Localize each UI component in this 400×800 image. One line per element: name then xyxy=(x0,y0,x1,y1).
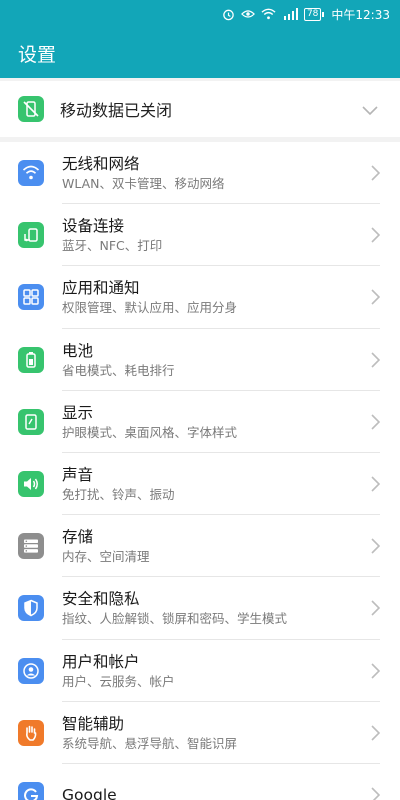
settings-item-subtitle: WLAN、双卡管理、移动网络 xyxy=(62,176,225,192)
user-icon xyxy=(18,657,44,684)
hand-icon xyxy=(18,719,44,746)
settings-item-title: 显示 xyxy=(62,403,94,422)
chevron-right-icon xyxy=(371,476,381,496)
settings-item-title: 电池 xyxy=(62,341,94,360)
battery-status: 78 xyxy=(303,7,325,21)
settings-item-users[interactable]: 用户和帐户 用户、云服务、帐户 xyxy=(0,640,400,702)
mobile-data-off-icon xyxy=(18,96,44,122)
battery-icon xyxy=(18,346,44,373)
settings-list: 无线和网络 WLAN、双卡管理、移动网络 设备连接 蓝牙、NFC、打印 应用和通… xyxy=(0,142,400,800)
settings-item-subtitle: 免打扰、铃声、振动 xyxy=(62,487,175,503)
settings-item-title: 安全和隐私 xyxy=(62,590,140,609)
mobile-data-toggle[interactable]: 移动数据已关闭 xyxy=(0,81,400,137)
settings-item-wireless[interactable]: 无线和网络 WLAN、双卡管理、移动网络 xyxy=(0,142,400,205)
wifi-status-icon xyxy=(261,7,276,21)
settings-item-storage[interactable]: 存储 内存、空间清理 xyxy=(0,515,400,578)
eye-comfort-icon xyxy=(240,7,255,21)
google-icon xyxy=(18,781,44,800)
settings-item-battery[interactable]: 电池 省电模式、耗电排行 xyxy=(0,329,400,391)
chevron-right-icon xyxy=(371,600,381,620)
settings-item-subtitle: 内存、空间清理 xyxy=(62,549,150,565)
chevron-right-icon xyxy=(371,227,381,247)
shield-icon xyxy=(18,595,44,622)
chevron-right-icon xyxy=(371,538,381,558)
settings-item-title: 应用和通知 xyxy=(62,279,140,298)
settings-item-title: 智能辅助 xyxy=(62,714,125,733)
settings-item-assist[interactable]: 智能辅助 系统导航、悬浮导航、智能识屏 xyxy=(0,702,400,764)
clock: 中午12:33 xyxy=(331,7,390,22)
chevron-right-icon xyxy=(371,414,381,434)
settings-item-sound[interactable]: 声音 免打扰、铃声、振动 xyxy=(0,453,400,516)
settings-item-title: 设备连接 xyxy=(62,217,125,236)
settings-item-subtitle: 省电模式、耗电排行 xyxy=(62,362,175,378)
settings-item-title: 无线和网络 xyxy=(62,155,140,174)
signal-icon xyxy=(282,7,298,21)
settings-item-subtitle: 用户、云服务、帐户 xyxy=(62,673,175,689)
wifi-icon xyxy=(18,160,44,187)
chevron-right-icon xyxy=(371,787,381,800)
settings-item-apps[interactable]: 应用和通知 权限管理、默认应用、应用分身 xyxy=(0,266,400,329)
apps-grid-icon xyxy=(18,284,44,311)
settings-item-device-connection[interactable]: 设备连接 蓝牙、NFC、打印 xyxy=(0,204,400,267)
page-title: 设置 xyxy=(18,43,57,66)
chevron-right-icon xyxy=(371,289,381,309)
settings-item-subtitle: 系统导航、悬浮导航、智能识屏 xyxy=(62,735,238,751)
settings-item-title: Google xyxy=(62,786,117,800)
chevron-right-icon xyxy=(371,165,381,185)
alarm-icon xyxy=(222,7,235,21)
settings-item-subtitle: 护眼模式、桌面风格、字体样式 xyxy=(62,424,238,440)
chevron-right-icon xyxy=(371,725,381,745)
chevron-right-icon xyxy=(371,351,381,372)
settings-item-subtitle: 权限管理、默认应用、应用分身 xyxy=(62,300,238,316)
app-bar: 设置 xyxy=(0,28,400,78)
settings-item-title: 声音 xyxy=(62,466,94,485)
storage-icon xyxy=(18,533,44,560)
device-connection-icon xyxy=(18,222,44,249)
settings-item-display[interactable]: 显示 护眼模式、桌面风格、字体样式 xyxy=(0,391,400,453)
settings-item-security[interactable]: 安全和隐私 指纹、人脸解锁、锁屏和密码、学生模式 xyxy=(0,577,400,640)
chevron-down-icon[interactable] xyxy=(362,101,378,120)
chevron-right-icon xyxy=(371,662,381,683)
display-icon xyxy=(18,408,44,435)
speaker-icon xyxy=(18,471,44,498)
settings-item-subtitle: 指纹、人脸解锁、锁屏和密码、学生模式 xyxy=(62,611,288,627)
settings-item-title: 存储 xyxy=(62,528,94,547)
settings-item-subtitle: 蓝牙、NFC、打印 xyxy=(62,238,163,254)
settings-item-title: 用户和帐户 xyxy=(62,652,140,671)
mobile-data-label: 移动数据已关闭 xyxy=(60,101,173,120)
status-bar: 78 中午12:33 xyxy=(0,0,400,28)
settings-item-google[interactable]: Google xyxy=(0,764,400,800)
